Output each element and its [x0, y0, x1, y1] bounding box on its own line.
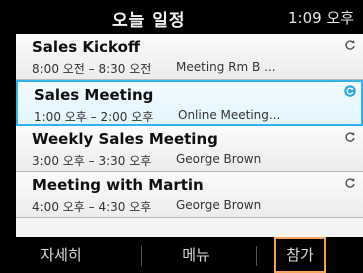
meeting-item[interactable]: Sales Kickoff 8:00 오전 – 8:30 오전 Meeting … — [16, 34, 363, 80]
recurring-arrow-icon — [345, 132, 355, 142]
meeting-title: Sales Kickoff — [32, 38, 141, 56]
recurring-arrow-icon — [345, 178, 355, 188]
meeting-title: Meeting with Martin — [32, 176, 204, 194]
title-bar: 오늘 일정 1:09 오후 — [0, 0, 363, 34]
softkey-bar: 자세히 메뉴 참가 — [0, 237, 363, 273]
menu-softkey[interactable]: 메뉴 — [151, 237, 241, 273]
meeting-item-selected[interactable]: Sales Meeting 1:00 오후 – 2:00 오후 Online M… — [16, 80, 363, 126]
details-softkey[interactable]: 자세히 — [16, 237, 106, 273]
meeting-title: Sales Meeting — [34, 86, 154, 104]
meeting-item[interactable]: Weekly Sales Meeting 3:00 오후 – 3:30 오후 G… — [16, 126, 363, 172]
meeting-time: 1:00 오후 – 2:00 오후 — [34, 110, 154, 124]
meeting-time: 3:00 오후 – 3:30 오후 — [32, 154, 152, 168]
page-title: 오늘 일정 — [112, 11, 186, 31]
meeting-title: Weekly Sales Meeting — [32, 130, 218, 148]
join-softkey[interactable]: 참가 — [274, 237, 326, 273]
meeting-location: Meeting Rm B ... — [176, 60, 276, 74]
clock: 1:09 오후 — [288, 9, 355, 27]
meeting-list: Sales Kickoff 8:00 오전 – 8:30 오전 Meeting … — [16, 34, 363, 237]
meeting-location: Online Meeting... — [178, 108, 281, 122]
meeting-location: George Brown — [176, 152, 262, 166]
meeting-time: 8:00 오전 – 8:30 오전 — [32, 62, 152, 76]
meeting-location: George Brown — [176, 198, 262, 212]
softkey-divider — [256, 246, 257, 266]
meeting-item[interactable]: Meeting with Martin 4:00 오후 – 4:30 오후 Ge… — [16, 172, 363, 218]
recurring-circle-icon — [344, 85, 356, 97]
meeting-time: 4:00 오후 – 4:30 오후 — [32, 200, 152, 214]
softkey-divider — [141, 246, 142, 266]
recurring-arrow-icon — [345, 40, 355, 50]
